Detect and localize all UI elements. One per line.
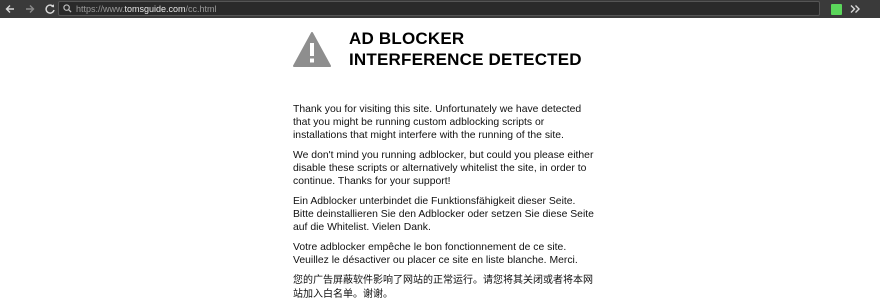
- url-text: https://www.tomsguide.com/cc.html: [76, 4, 217, 14]
- url-path: /cc.html: [185, 3, 217, 14]
- arrow-right-icon: [26, 5, 35, 13]
- search-icon: [63, 4, 72, 13]
- extension-icon[interactable]: [831, 4, 842, 15]
- back-button[interactable]: [0, 0, 20, 18]
- warning-triangle-icon: [293, 32, 331, 67]
- address-bar[interactable]: https://www.tomsguide.com/cc.html: [58, 1, 820, 16]
- message-english-2: We don't mind you running adblocker, but…: [293, 150, 594, 187]
- message-german: Ein Adblocker unterbindet die Funktionsf…: [293, 196, 594, 233]
- more-button[interactable]: [848, 2, 862, 16]
- browser-toolbar: https://www.tomsguide.com/cc.html: [0, 0, 880, 18]
- forward-button[interactable]: [20, 0, 40, 18]
- arrow-left-icon: [5, 5, 14, 13]
- message-english-1: Thank you for visiting this site. Unfort…: [293, 104, 582, 141]
- notice-header: AD BLOCKER INTERFERENCE DETECTED: [293, 28, 595, 70]
- message-chinese: 您的广告屏蔽软件影响了网站的正常运行。请您将其关闭或者将本网站加入白名单。谢谢。: [293, 275, 593, 300]
- double-chevron-right-icon: [850, 5, 860, 13]
- reload-button[interactable]: [40, 0, 60, 18]
- url-host: tomsguide.com: [124, 3, 186, 14]
- adblock-notice: AD BLOCKER INTERFERENCE DETECTED Thank y…: [293, 28, 595, 302]
- reload-icon: [45, 4, 55, 14]
- url-prefix: https://www.: [76, 3, 125, 14]
- message-french: Votre adblocker empêche le bon fonctionn…: [293, 242, 578, 266]
- headline-line-1: AD BLOCKER: [349, 29, 465, 48]
- notice-headline: AD BLOCKER INTERFERENCE DETECTED: [349, 28, 582, 70]
- headline-line-2: INTERFERENCE DETECTED: [349, 50, 582, 69]
